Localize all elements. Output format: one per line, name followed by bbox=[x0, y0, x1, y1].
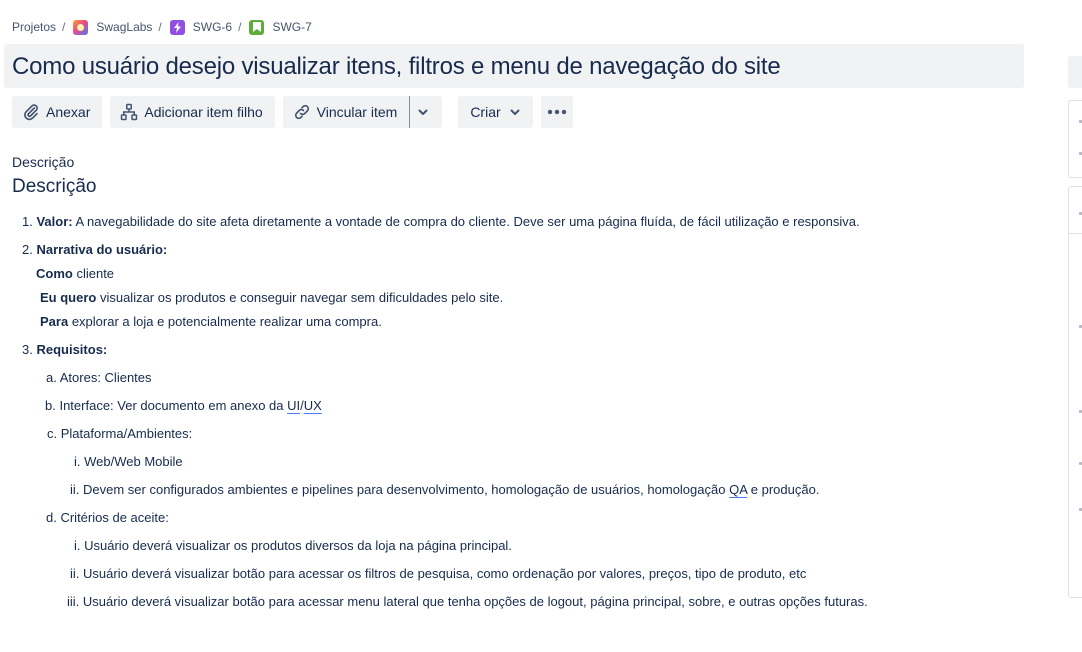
list-roman: i. bbox=[74, 454, 81, 469]
ux-link[interactable]: UX bbox=[304, 398, 322, 413]
list-item: a. Atores: Clientes bbox=[46, 370, 152, 386]
list-item: iii. Usuário deverá visualizar botão par… bbox=[67, 594, 868, 610]
chevron-down-icon bbox=[418, 109, 428, 115]
epic-icon bbox=[169, 19, 185, 35]
interface-text: Interface: Ver documento em anexo da bbox=[59, 398, 288, 413]
link-item-dropdown-button[interactable] bbox=[410, 96, 443, 128]
as-label: Como bbox=[36, 266, 73, 281]
platform-text: Plataforma/Ambientes: bbox=[60, 426, 193, 441]
breadcrumb-story-label: SWG-7 bbox=[272, 20, 312, 34]
breadcrumb-project[interactable]: SwagLabs bbox=[73, 19, 153, 35]
criteria-1-text: Usuário deverá visualizar os produtos di… bbox=[84, 538, 512, 553]
breadcrumb-epic[interactable]: SWG-6 bbox=[169, 19, 233, 35]
link-item-label: Vincular item bbox=[316, 104, 398, 120]
requirements-label: Requisitos: bbox=[36, 342, 108, 357]
list-item: 1. Valor: A navegabilidade do site afeta… bbox=[22, 214, 860, 230]
list-item: ii. Usuário deverá visualizar botão para… bbox=[70, 566, 806, 582]
breadcrumb-epic-label: SWG-6 bbox=[192, 20, 233, 34]
list-item: 3. Requisitos: bbox=[22, 342, 107, 358]
link-item-button[interactable]: Vincular item bbox=[282, 96, 411, 128]
attach-label: Anexar bbox=[46, 104, 91, 120]
list-number: 3. bbox=[22, 342, 33, 357]
criteria-3-text: Usuário deverá visualizar botão para ace… bbox=[82, 594, 868, 609]
narrative-so-line: Para explorar a loja e potencialmente re… bbox=[40, 314, 382, 330]
list-number: 1. bbox=[22, 214, 33, 229]
want-label: Eu quero bbox=[40, 290, 97, 305]
list-roman: ii. bbox=[70, 566, 80, 581]
criteria-2-text: Usuário deverá visualizar botão para ace… bbox=[83, 566, 807, 581]
add-child-button[interactable]: Adicionar item filho bbox=[110, 96, 275, 128]
list-roman: ii. bbox=[70, 482, 80, 497]
issue-title-field[interactable]: Como usuário desejo visualizar itens, fi… bbox=[4, 44, 1024, 88]
list-roman: i. bbox=[74, 538, 81, 553]
list-letter: c. bbox=[47, 426, 58, 441]
so-label: Para bbox=[40, 314, 69, 329]
chevron-down-icon bbox=[510, 109, 520, 115]
list-letter: a. bbox=[46, 370, 57, 385]
narrative-as-line: Como cliente bbox=[36, 266, 114, 282]
details-card bbox=[1068, 100, 1082, 178]
breadcrumb-projects[interactable]: Projetos bbox=[12, 20, 56, 34]
list-letter: b. bbox=[45, 398, 56, 413]
qa-link[interactable]: QA bbox=[729, 482, 747, 497]
list-roman: iii. bbox=[67, 594, 80, 609]
list-item: i. Usuário deverá visualizar os produtos… bbox=[74, 538, 512, 554]
narrative-label: Narrativa do usuário: bbox=[36, 242, 168, 257]
paperclip-icon bbox=[24, 104, 38, 121]
list-item: b. Interface: Ver documento em anexo da … bbox=[45, 398, 322, 414]
list-item: ii. Devem ser configurados ambientes e p… bbox=[70, 482, 819, 498]
value-label: Valor: bbox=[36, 214, 73, 229]
narrative-want-line: Eu quero visualizar os produtos e conseg… bbox=[40, 290, 503, 306]
actors-text: Atores: Clientes bbox=[59, 370, 152, 385]
details-panel bbox=[1068, 186, 1082, 598]
description-field-label: Descrição bbox=[12, 154, 75, 170]
acceptance-criteria-text: Critérios de aceite: bbox=[60, 510, 169, 525]
hierarchy-icon bbox=[121, 103, 138, 121]
add-child-label: Adicionar item filho bbox=[144, 104, 263, 120]
ui-link[interactable]: UI bbox=[287, 398, 300, 413]
breadcrumb-separator: / bbox=[62, 20, 66, 34]
list-item: 2. Narrativa do usuário: bbox=[22, 242, 167, 258]
list-item: c. Plataforma/Ambientes: bbox=[47, 426, 192, 442]
details-side-panel bbox=[1068, 0, 1082, 652]
more-horizontal-icon bbox=[547, 109, 566, 115]
value-text: A navegabilidade do site afeta diretamen… bbox=[72, 214, 860, 229]
environments-end-text: e produção. bbox=[747, 482, 820, 497]
issue-title: Como usuário desejo visualizar itens, fi… bbox=[12, 53, 781, 80]
project-avatar-icon bbox=[73, 19, 89, 35]
environments-text: Devem ser configurados ambientes e pipel… bbox=[83, 482, 730, 497]
description-heading: Descrição bbox=[12, 176, 97, 197]
create-label: Criar bbox=[470, 104, 501, 120]
list-item: i. Web/Web Mobile bbox=[74, 454, 183, 470]
list-number: 2. bbox=[22, 242, 33, 257]
list-item: d. Critérios de aceite: bbox=[46, 510, 169, 526]
attach-button[interactable]: Anexar bbox=[12, 96, 103, 128]
issue-toolbar: Anexar Adicionar item filho Vincular ite… bbox=[12, 96, 581, 128]
as-text: cliente bbox=[72, 266, 115, 281]
breadcrumb: Projetos / SwagLabs / SWG-6 / SWG-7 bbox=[12, 17, 312, 37]
create-button[interactable]: Criar bbox=[458, 96, 533, 128]
want-text: visualizar os produtos e conseguir naveg… bbox=[96, 290, 504, 305]
breadcrumb-story[interactable]: SWG-7 bbox=[249, 19, 312, 35]
web-text: Web/Web Mobile bbox=[84, 454, 183, 469]
more-actions-button[interactable] bbox=[540, 96, 573, 128]
list-letter: d. bbox=[46, 510, 57, 525]
story-icon bbox=[249, 19, 265, 35]
breadcrumb-separator: / bbox=[158, 20, 162, 34]
link-icon bbox=[294, 104, 309, 120]
status-button[interactable] bbox=[1068, 56, 1082, 88]
breadcrumb-separator: / bbox=[238, 20, 242, 34]
so-text: explorar a loja e potencialmente realiza… bbox=[68, 314, 382, 329]
breadcrumb-project-label: SwagLabs bbox=[96, 20, 153, 34]
